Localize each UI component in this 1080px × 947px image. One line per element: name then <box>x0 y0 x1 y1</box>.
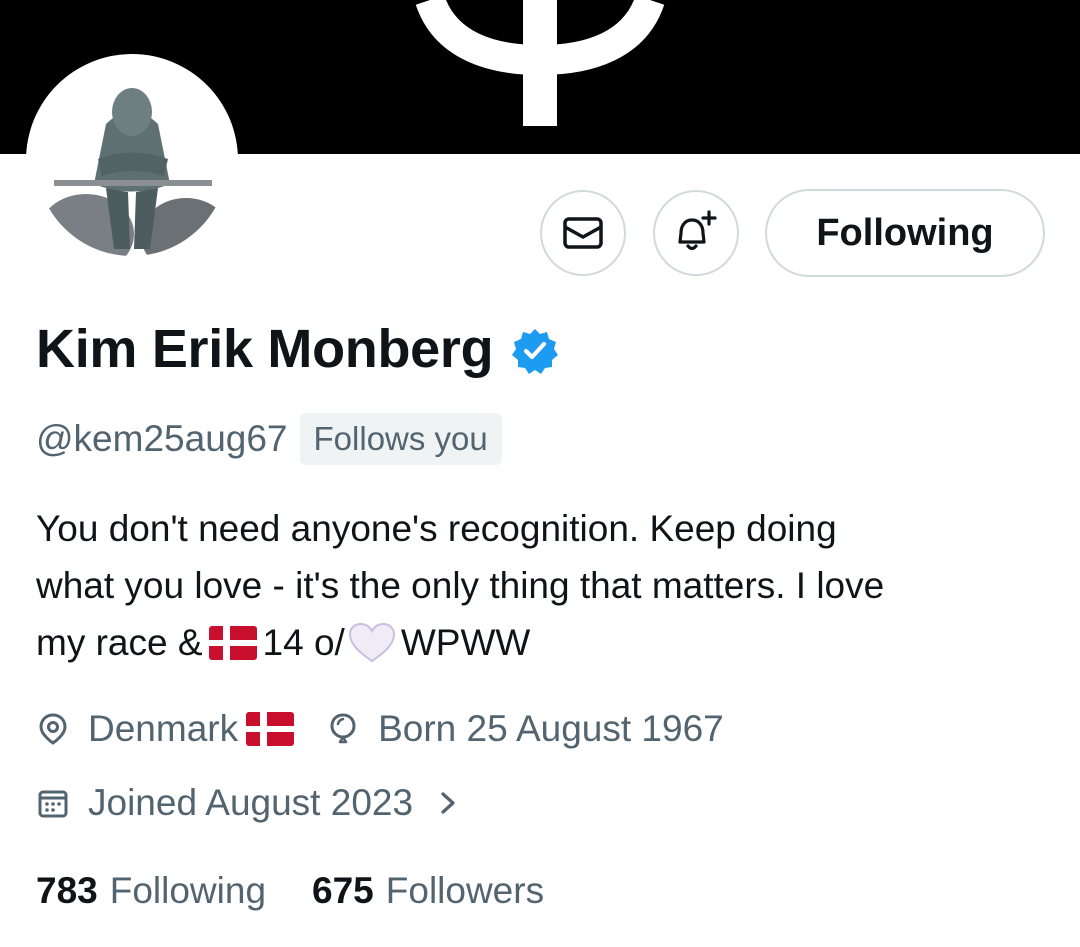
following-label: Following <box>109 870 267 911</box>
followers-count: 675 <box>312 870 374 911</box>
following-link[interactable]: 783 Following <box>36 870 266 912</box>
denmark-flag-icon <box>208 625 257 660</box>
bio-line-2: what you love - it's the only thing that… <box>36 557 1046 614</box>
bio-text-1: You don't need anyone's recognition. Kee… <box>36 508 837 549</box>
bio: You don't need anyone's recognition. Kee… <box>36 500 1046 671</box>
handle-row: @kem25aug67 Follows you <box>36 413 502 465</box>
location-pin-icon <box>39 713 67 745</box>
verified-badge-icon[interactable] <box>511 327 559 375</box>
handle: @kem25aug67 <box>36 418 288 459</box>
white-heart-icon <box>348 622 395 662</box>
birthday: Born 25 August 1967 <box>378 708 724 749</box>
balloon-icon <box>330 713 356 744</box>
bio-text-3c: WPWW <box>400 622 531 663</box>
bio-line-1: You don't need anyone's recognition. Kee… <box>36 500 1046 557</box>
meta-row-location-birthday: Denmark Born 25 August 1967 <box>36 703 724 755</box>
bio-text-3a: my race & <box>36 622 203 663</box>
meta-row-joined[interactable]: Joined August 2023 <box>36 777 461 829</box>
envelope-icon <box>563 217 603 249</box>
bell-plus-icon <box>678 210 717 251</box>
location: Denmark <box>88 708 239 749</box>
avatar-image <box>36 64 228 256</box>
bio-text-3b: 14 o/ <box>262 622 345 663</box>
name-row: Kim Erik Monberg <box>36 318 559 380</box>
followers-link[interactable]: 675 Followers <box>312 870 544 912</box>
followers-label: Followers <box>385 870 545 911</box>
chevron-right-icon[interactable] <box>435 786 461 820</box>
calendar-icon <box>38 790 68 818</box>
display-name: Kim Erik Monberg <box>36 319 494 379</box>
avatar[interactable] <box>26 54 238 266</box>
follows-you-badge: Follows you <box>299 413 502 465</box>
following-button[interactable]: Following <box>765 189 1045 277</box>
follow-stats: 783 Following 675 Followers <box>36 865 544 917</box>
bio-line-3: my race & 14 o/ WPWW <box>36 614 1046 671</box>
denmark-flag-icon <box>246 712 295 746</box>
notifications-button[interactable] <box>653 190 739 276</box>
following-count: 783 <box>36 870 98 911</box>
bio-text-2: what you love - it's the only thing that… <box>36 565 885 606</box>
message-button[interactable] <box>540 190 626 276</box>
joined-date: Joined August 2023 <box>88 782 414 823</box>
